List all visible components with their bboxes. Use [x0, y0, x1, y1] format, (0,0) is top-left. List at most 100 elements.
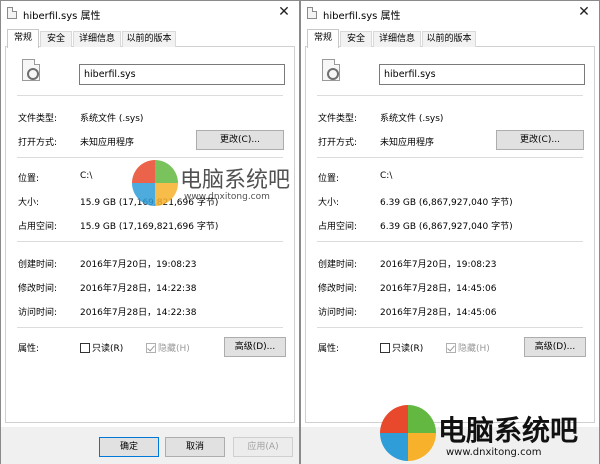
checkbox-box[interactable] — [380, 343, 390, 353]
logo-quadrant — [380, 405, 408, 433]
type-label: 文件类型: — [18, 114, 58, 124]
accessed-value: 2016年7月28日，14:22:38 — [80, 308, 197, 318]
divider — [317, 157, 583, 158]
watermark-corner: 电脑系统吧 www.dnxitong.com — [380, 405, 600, 463]
created-value: 2016年7月20日，19:08:23 — [380, 260, 497, 270]
properties-window-left: hiberfil.sys 属性 ✕ 常规 安全 详细信息 以前的版本 hiber… — [0, 0, 300, 464]
readonly-label: 只读(R) — [392, 344, 424, 354]
created-value: 2016年7月20日，19:08:23 — [80, 260, 197, 270]
general-panel: hiberfil.sys 文件类型: 系统文件 (.sys) 打开方式: 未知应… — [305, 47, 595, 423]
readonly-label: 只读(R) — [92, 344, 124, 354]
file-name-field[interactable]: hiberfil.sys — [379, 64, 585, 85]
divider — [317, 241, 583, 242]
hidden-checkbox: 隐藏(H) — [446, 341, 490, 354]
attributes-label: 属性: — [18, 344, 40, 354]
divider — [17, 241, 283, 242]
watermark-url: www.dnxitong.com — [446, 447, 542, 458]
tab-bar: 常规 安全 详细信息 以前的版本 — [5, 29, 295, 48]
size-label: 大小: — [318, 198, 340, 208]
logo-quadrant — [408, 433, 436, 461]
accessed-label: 访问时间: — [18, 308, 58, 318]
properties-window-right: hiberfil.sys 属性 ✕ 常规 安全 详细信息 以前的版本 hiber… — [300, 0, 600, 464]
logo-quadrant — [155, 160, 178, 183]
open-with-value: 未知应用程序 — [80, 138, 135, 148]
open-with-value: 未知应用程序 — [380, 138, 435, 148]
button-bar: 确定 取消 应用(A) — [1, 427, 299, 464]
disk-size-label: 占用空间: — [318, 222, 358, 232]
divider — [317, 327, 583, 328]
general-panel: hiberfil.sys 文件类型: 系统文件 (.sys) 打开方式: 未知应… — [5, 47, 295, 423]
logo-quadrant — [132, 160, 155, 183]
tab-security[interactable]: 安全 — [340, 31, 372, 47]
watermark-url: www.dnxitong.com — [184, 192, 270, 202]
windows-logo-icon — [132, 160, 178, 206]
watermark-title: 电脑系统吧 — [180, 168, 291, 193]
advanced-button[interactable]: 高级(D)... — [524, 337, 586, 357]
disk-size-value: 15.9 GB (17,169,821,696 字节) — [80, 222, 219, 232]
size-label: 大小: — [18, 198, 40, 208]
close-icon[interactable]: ✕ — [569, 1, 599, 25]
cancel-button[interactable]: 取消 — [165, 437, 225, 457]
type-value: 系统文件 (.sys) — [80, 114, 144, 124]
location-value: C:\ — [380, 171, 393, 181]
disk-size-label: 占用空间: — [18, 222, 58, 232]
modified-label: 修改时间: — [318, 284, 358, 294]
checkbox-box — [446, 343, 456, 353]
file-icon — [7, 7, 17, 19]
type-value: 系统文件 (.sys) — [380, 114, 444, 124]
window-title: hiberfil.sys 属性 — [23, 11, 101, 22]
hidden-label: 隐藏(H) — [158, 344, 190, 354]
accessed-label: 访问时间: — [318, 308, 358, 318]
hidden-checkbox: 隐藏(H) — [146, 341, 190, 354]
created-label: 创建时间: — [18, 260, 58, 270]
tab-details[interactable]: 详细信息 — [373, 31, 421, 47]
divider — [17, 95, 283, 96]
window-title: hiberfil.sys 属性 — [323, 11, 401, 22]
divider — [17, 157, 283, 158]
logo-quadrant — [380, 433, 408, 461]
divider — [17, 327, 283, 328]
change-button[interactable]: 更改(C)... — [196, 130, 284, 150]
file-name-field[interactable]: hiberfil.sys — [79, 64, 285, 85]
tab-previous-versions[interactable]: 以前的版本 — [122, 31, 176, 47]
tab-previous-versions[interactable]: 以前的版本 — [422, 31, 476, 47]
watermark-center: 电脑系统吧 www.dnxitong.com — [132, 160, 312, 216]
windows-logo-icon — [380, 405, 436, 461]
tab-bar: 常规 安全 详细信息 以前的版本 — [305, 29, 595, 48]
location-label: 位置: — [318, 174, 340, 184]
title-bar: hiberfil.sys 属性 ✕ — [1, 1, 299, 25]
close-icon[interactable]: ✕ — [269, 1, 299, 25]
checkbox-box[interactable] — [80, 343, 90, 353]
tab-security[interactable]: 安全 — [40, 31, 72, 47]
created-label: 创建时间: — [318, 260, 358, 270]
logo-quadrant — [155, 183, 178, 206]
modified-label: 修改时间: — [18, 284, 58, 294]
tab-general[interactable]: 常规 — [7, 29, 39, 48]
readonly-checkbox[interactable]: 只读(R) — [380, 341, 423, 354]
attributes-label: 属性: — [318, 344, 340, 354]
size-value: 6.39 GB (6,867,927,040 字节) — [380, 198, 513, 208]
accessed-value: 2016年7月28日，14:45:06 — [380, 308, 497, 318]
file-icon — [307, 7, 317, 19]
tab-details[interactable]: 详细信息 — [73, 31, 121, 47]
sys-file-icon — [22, 59, 40, 81]
apply-button: 应用(A) — [233, 437, 293, 457]
watermark-title: 电脑系统吧 — [438, 414, 579, 447]
checkbox-box — [146, 343, 156, 353]
disk-size-value: 6.39 GB (6,867,927,040 字节) — [380, 222, 513, 232]
type-label: 文件类型: — [318, 114, 358, 124]
open-with-label: 打开方式: — [318, 138, 358, 148]
advanced-button[interactable]: 高级(D)... — [224, 337, 286, 357]
location-label: 位置: — [18, 174, 40, 184]
readonly-checkbox[interactable]: 只读(R) — [80, 341, 123, 354]
location-value: C:\ — [80, 171, 93, 181]
modified-value: 2016年7月28日，14:45:06 — [380, 284, 497, 294]
change-button[interactable]: 更改(C)... — [496, 130, 584, 150]
divider — [317, 95, 583, 96]
hidden-label: 隐藏(H) — [458, 344, 490, 354]
modified-value: 2016年7月28日，14:22:38 — [80, 284, 197, 294]
ok-button[interactable]: 确定 — [99, 437, 159, 457]
open-with-label: 打开方式: — [18, 138, 58, 148]
sys-file-icon — [322, 59, 340, 81]
tab-general[interactable]: 常规 — [307, 29, 339, 48]
